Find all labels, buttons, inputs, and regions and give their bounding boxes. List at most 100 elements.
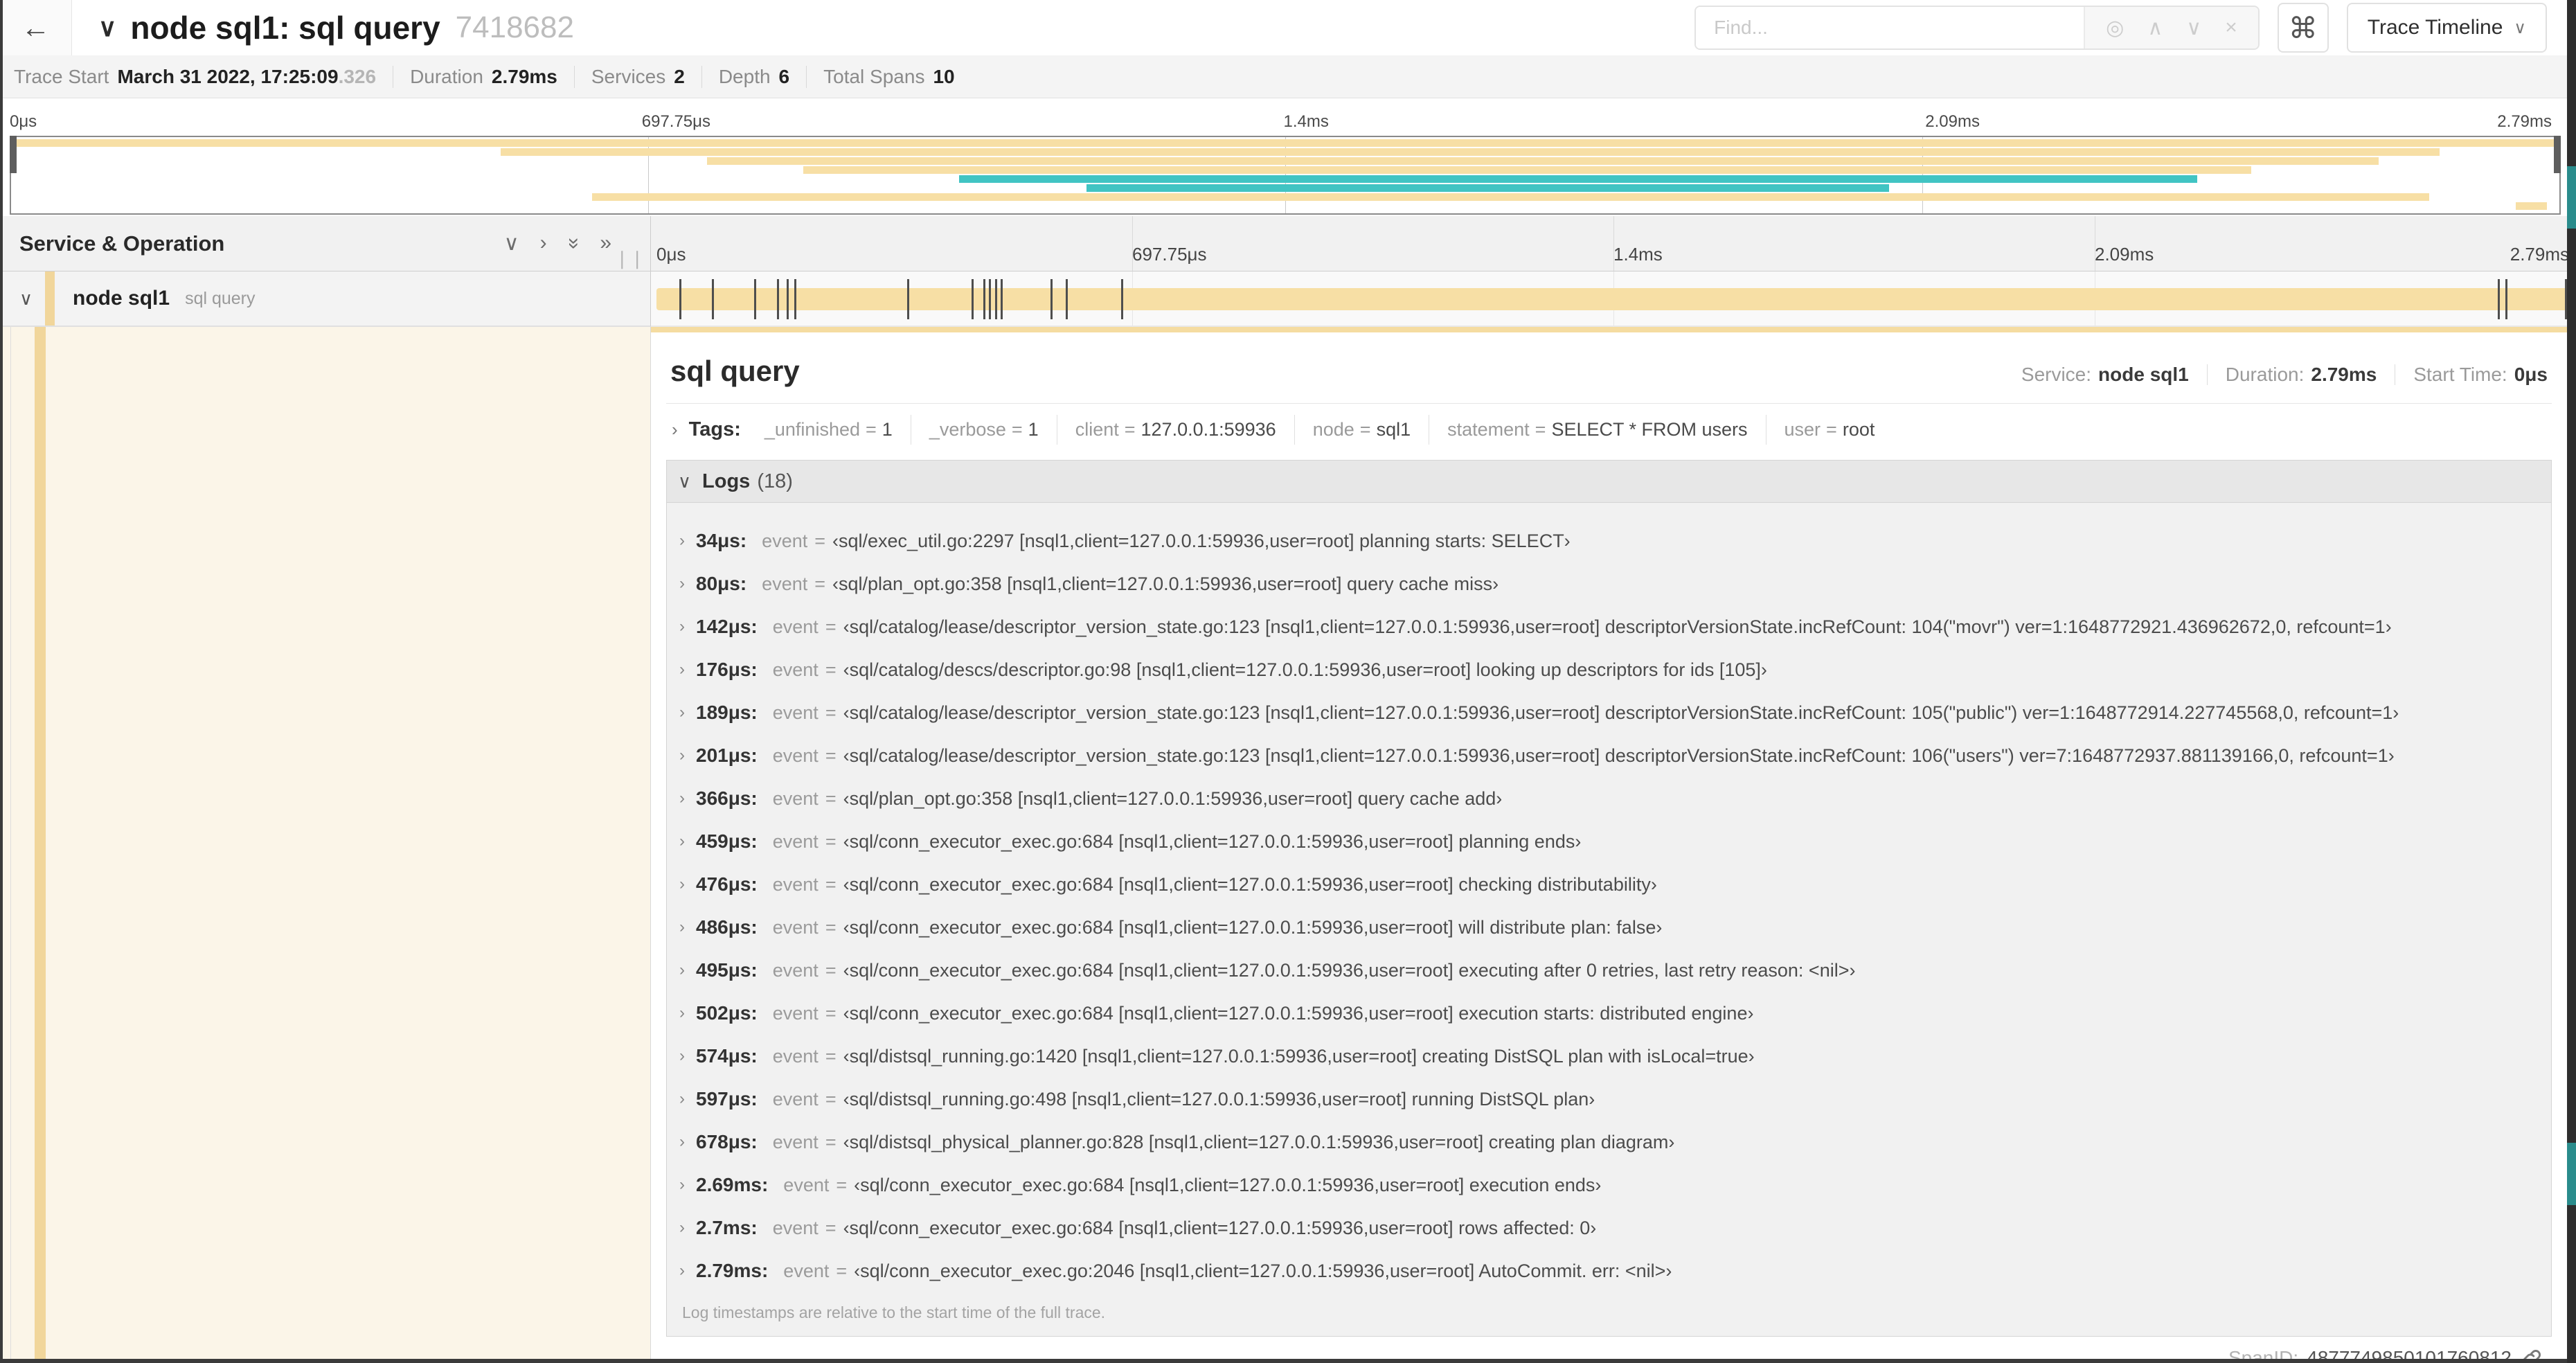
log-entry[interactable]: › 597μs: event = ‹sql/distsql_running.go:498… [672, 1078, 2544, 1121]
log-entry[interactable]: › 476μs: event = ‹sql/conn_executor_exec.go:… [672, 863, 2544, 906]
log-entry[interactable]: › 678μs: event = ‹sql/distsql_physical_plann… [672, 1121, 2544, 1164]
column-resizer-grip[interactable]: ❘❘ [614, 248, 645, 269]
chevron-right-icon[interactable]: › [679, 574, 685, 594]
trace-view-selector[interactable]: Trace Timeline ∨ [2346, 3, 2547, 53]
tag-item[interactable]: _unfinished = 1 [746, 415, 911, 445]
chevron-right-icon[interactable]: › [679, 961, 685, 980]
log-entry[interactable]: › 201μs: event = ‹sql/catalog/lease/descript… [672, 734, 2544, 777]
tag-item[interactable]: client = 127.0.0.1:59936 [1056, 415, 1294, 445]
collapse-all-icon[interactable]: » [561, 238, 585, 249]
chevron-down-icon[interactable]: ∨ [98, 13, 116, 42]
tag-item[interactable]: node = sql1 [1294, 415, 1429, 445]
tag-key: statement [1447, 419, 1530, 440]
log-entry[interactable]: › 459μs: event = ‹sql/conn_executor_exec.go:… [672, 820, 2544, 863]
log-value: ‹sql/distsql_physical_planner.go:828 [ns… [843, 1131, 1675, 1152]
log-field-name: event [762, 573, 808, 594]
locate-icon[interactable]: ◎ [2106, 16, 2124, 40]
log-value: ‹sql/conn_executor_exec.go:684 [nsql1,cl… [843, 959, 1856, 981]
tag-item[interactable]: statement = SELECT * FROM users [1429, 415, 1765, 445]
chevron-right-icon[interactable]: › [679, 1046, 685, 1066]
chevron-right-icon[interactable]: › [679, 918, 685, 937]
chevron-down-icon: ∨ [2514, 18, 2526, 37]
tag-key: client [1075, 419, 1119, 440]
minimap-span-bar [706, 157, 2379, 165]
tag-value: root [1842, 419, 1875, 440]
expand-all-icon[interactable]: » [600, 231, 611, 256]
log-entry[interactable]: › 502μs: event = ‹sql/conn_executor_exec.go:… [672, 992, 2544, 1035]
log-entry[interactable]: › 366μs: event = ‹sql/plan_opt.go:358 [nsql1… [672, 777, 2544, 820]
chevron-right-icon[interactable]: › [679, 1132, 685, 1152]
log-timestamp: 678μs: [696, 1131, 758, 1152]
log-entry[interactable]: › 176μs: event = ‹sql/catalog/descs/descript… [672, 648, 2544, 691]
tag-item[interactable]: user = root [1765, 415, 1893, 445]
log-entry[interactable]: › 34μs: event = ‹sql/exec_util.go:2297 [nsql… [672, 519, 2544, 562]
chevron-right-icon[interactable]: › [679, 1261, 685, 1281]
chevron-right-icon[interactable]: › [679, 746, 685, 765]
log-entry[interactable]: › 486μs: event = ‹sql/conn_executor_exec.go:… [672, 906, 2544, 949]
tags-accordion[interactable]: › Tags: _unfinished = 1 _verbose = 1 client = 12… [666, 415, 2552, 445]
trace-start-label: Trace Start [14, 65, 109, 87]
chevron-down-icon[interactable]: ∨ [19, 288, 33, 310]
minimap-right-scrubber[interactable] [2554, 136, 2561, 173]
log-timestamp: 495μs: [696, 959, 758, 981]
chevron-right-icon[interactable]: › [679, 617, 685, 636]
timeline-tick-label: 2.79ms [2510, 244, 2569, 265]
span-row-timeline-cell [651, 271, 2576, 327]
log-entry[interactable]: › 2.79ms: event = ‹sql/conn_executor_exec.go… [672, 1249, 2544, 1292]
window-left-edge [0, 0, 3, 1363]
timeline-tick-label: 2.09ms [1925, 112, 1980, 131]
log-value: ‹sql/catalog/lease/descriptor_version_st… [843, 616, 2392, 637]
log-marker-tick [2498, 279, 2501, 319]
tag-item[interactable]: _verbose = 1 [910, 415, 1057, 445]
total-spans-label: Total Spans [823, 65, 925, 87]
chevron-right-icon[interactable]: › [679, 875, 685, 894]
app-header: ← ∨ node sql1: sql query 7418682 ◎ ∧ ∨ ×… [0, 0, 2576, 55]
span-row-name-cell[interactable]: ∨ node sql1 sql query [0, 271, 651, 327]
collapse-one-icon[interactable]: ∨ [504, 231, 519, 256]
equals-sign: = [825, 616, 837, 637]
right-scrollbar[interactable] [2567, 0, 2576, 1363]
chevron-right-icon[interactable]: › [679, 531, 685, 551]
log-entry[interactable]: › 574μs: event = ‹sql/distsql_running.go:142… [672, 1035, 2544, 1078]
chevron-right-icon[interactable]: › [679, 703, 685, 722]
search-input[interactable] [1696, 7, 2084, 48]
log-value: ‹sql/distsql_running.go:498 [nsql1,clien… [843, 1088, 1595, 1110]
chevron-down-icon: ∨ [678, 470, 692, 492]
chevron-right-icon[interactable]: › [679, 1218, 685, 1238]
chevron-right-icon[interactable]: › [679, 832, 685, 851]
equals-sign: = [814, 530, 826, 551]
log-entry[interactable]: › 142μs: event = ‹sql/catalog/lease/descript… [672, 605, 2544, 648]
duration-value: 2.79ms [491, 65, 557, 87]
chevron-right-icon[interactable]: › [679, 1175, 685, 1195]
timeline-ruler: 0μs 697.75μs 1.4ms 2.09ms 2.79ms [651, 216, 2576, 271]
minimap-left-scrubber[interactable] [10, 136, 17, 173]
log-entry[interactable]: › 495μs: event = ‹sql/conn_executor_exec.go:… [672, 949, 2544, 992]
depth-label: Depth [718, 65, 771, 87]
find-controls: ◎ ∧ ∨ × [2084, 7, 2258, 48]
chevron-right-icon[interactable]: › [679, 1004, 685, 1023]
prev-match-icon[interactable]: ∧ [2147, 16, 2163, 40]
chevron-right-icon[interactable]: › [679, 789, 685, 808]
log-timestamp: 486μs: [696, 916, 758, 938]
span-duration-bar[interactable] [656, 279, 2568, 319]
log-entry[interactable]: › 2.69ms: event = ‹sql/conn_executor_exec.go… [672, 1164, 2544, 1206]
keyboard-shortcuts-button[interactable]: ⌘ [2277, 3, 2329, 53]
timeline-tick-label: 697.75μs [641, 112, 710, 131]
log-entry[interactable]: › 80μs: event = ‹sql/plan_opt.go:358 [nsql1,… [672, 562, 2544, 605]
next-match-icon[interactable]: ∨ [2186, 16, 2201, 40]
chevron-right-icon[interactable]: › [679, 1089, 685, 1109]
deep-link-icon[interactable] [2520, 1346, 2543, 1359]
log-field-name: event [772, 616, 819, 637]
log-entry[interactable]: › 2.7ms: event = ‹sql/conn_executor_exec.go:… [672, 1206, 2544, 1249]
log-entry[interactable]: › 189μs: event = ‹sql/catalog/lease/descript… [672, 691, 2544, 734]
log-field-name: event [772, 1088, 819, 1110]
logs-header[interactable]: ∨ Logs (18) [667, 461, 2551, 502]
back-button[interactable]: ← [0, 0, 72, 55]
clear-search-icon[interactable]: × [2225, 16, 2237, 39]
trace-minimap[interactable] [10, 136, 2561, 215]
equals-sign: = [825, 702, 837, 723]
start-time-label: Start Time: [2413, 364, 2507, 385]
chevron-right-icon[interactable]: › [679, 660, 685, 679]
log-marker-tick [776, 279, 779, 319]
expand-one-icon[interactable]: › [540, 231, 547, 256]
